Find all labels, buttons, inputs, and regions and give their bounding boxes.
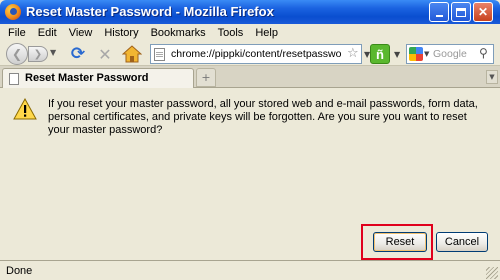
browser-window: Reset Master Password - Mozilla Firefox … [0,0,500,280]
forward-arrow-icon: ❯ [33,48,43,60]
plus-icon: + [201,71,211,84]
stop-icon: ✕ [98,44,112,64]
extension-icon: ñ [376,46,384,62]
forward-button[interactable]: ❯ [28,46,48,62]
menu-edit[interactable]: Edit [32,27,63,39]
maximize-button[interactable] [451,2,471,22]
menu-history[interactable]: History [98,27,144,39]
home-button[interactable] [121,45,143,63]
cancel-button[interactable]: Cancel [436,232,488,252]
page-icon [154,48,165,61]
menu-file[interactable]: File [2,27,32,39]
url-bar[interactable]: chrome://pippki/content/resetpassword.xu… [150,44,362,64]
resize-grip[interactable] [486,267,498,279]
tab-list-button[interactable]: ▼ [486,70,498,84]
search-input[interactable]: Google [433,48,467,60]
menu-bookmarks[interactable]: Bookmarks [145,27,212,39]
menu-tools[interactable]: Tools [212,27,250,39]
menu-bar: File Edit View History Bookmarks Tools H… [0,24,500,42]
reload-button[interactable]: ⟳ [68,44,88,64]
minimize-button[interactable] [429,2,449,22]
window-title: Reset Master Password - Mozilla Firefox [26,4,274,19]
history-dropdown-icon[interactable]: ▼ [50,48,56,57]
stop-button[interactable]: ✕ [95,44,115,64]
close-button[interactable]: ✕ [473,2,493,22]
new-tab-button[interactable]: + [196,68,216,87]
firefox-icon [5,4,21,20]
title-bar: Reset Master Password - Mozilla Firefox … [0,0,500,24]
tab-label: Reset Master Password [25,72,149,84]
minimize-icon [435,15,443,17]
search-engine-dropdown-icon[interactable]: ▼ [424,50,429,58]
status-bar: Done [0,260,500,280]
back-button[interactable]: ❮ [6,43,28,65]
tab-strip: Reset Master Password + ▼ [0,66,500,89]
navigation-toolbar: ❮ ❯ ▼ ⟳ ✕ chrome://pippki/content/resetp… [0,42,500,66]
warning-icon [13,98,37,120]
extension-dropdown-icon[interactable]: ▼ [394,50,400,59]
search-bar[interactable]: ▼ Google ⚲ [406,44,494,64]
status-text: Done [6,265,33,277]
back-arrow-icon: ❮ [11,47,23,61]
tab-reset-master-password[interactable]: Reset Master Password [2,68,194,89]
warning-message: If you reset your master password, all y… [48,98,478,136]
dialog-content: If you reset your master password, all y… [0,88,500,260]
reload-icon: ⟳ [70,44,86,64]
search-icon[interactable]: ⚲ [479,46,488,60]
home-icon [121,45,143,63]
maximize-icon [456,7,466,17]
extension-button[interactable]: ñ [370,44,390,64]
reset-button[interactable]: Reset [373,232,427,252]
menu-help[interactable]: Help [249,27,284,39]
bookmark-star-icon[interactable]: ☆ [347,46,359,61]
google-icon[interactable] [409,47,423,61]
url-input[interactable]: chrome://pippki/content/resetpassword.xu… [171,48,341,60]
menu-view[interactable]: View [63,27,99,39]
close-icon: ✕ [477,5,489,19]
chevron-down-icon: ▼ [489,73,495,81]
page-icon [9,73,19,85]
